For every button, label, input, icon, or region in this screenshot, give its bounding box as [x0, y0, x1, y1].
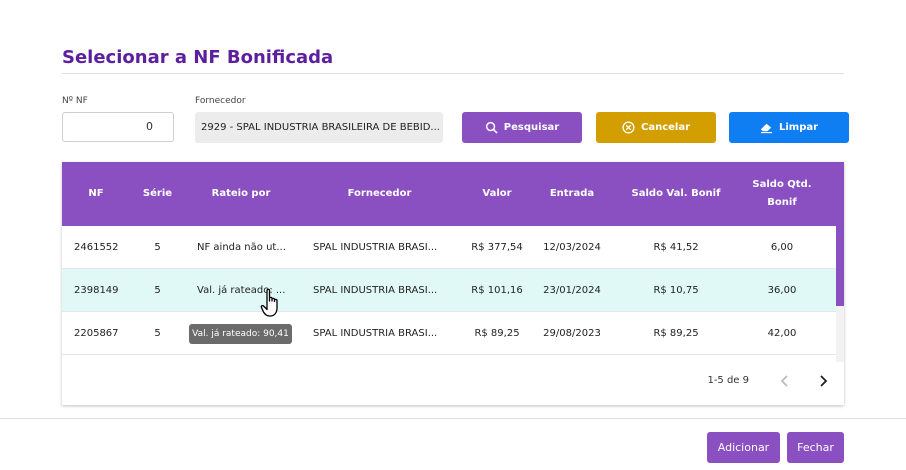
cancel-button-label: Cancelar — [640, 122, 691, 133]
cell-valor: R$ 89,25 — [474, 327, 520, 339]
nf-label: Nº NF — [62, 96, 88, 106]
add-button[interactable]: Adicionar — [707, 432, 780, 463]
nf-input[interactable]: 0 — [62, 112, 174, 142]
cell-entrada: 29/08/2023 — [543, 327, 601, 339]
cell-valor: R$ 377,54 — [471, 241, 523, 253]
eraser-icon — [760, 123, 773, 134]
search-button-label: Pesquisar — [503, 122, 560, 133]
cell-nf: 2398149 — [74, 284, 119, 296]
fornecedor-field[interactable]: 2929 - SPAL INDUSTRIA BRASILEIRA DE BEBI… — [195, 112, 443, 143]
search-button[interactable]: Pesquisar — [462, 112, 582, 143]
table-row[interactable]: 2398149 5 Val. já rateado: ... SPAL INDU… — [62, 269, 836, 312]
header-entrada[interactable]: Entrada — [532, 162, 612, 226]
cell-entrada: 23/01/2024 — [543, 284, 601, 296]
cell-entrada: 12/03/2024 — [543, 241, 601, 253]
cell-valor: R$ 101,16 — [471, 284, 523, 296]
table-row[interactable]: 2205867 5 SPAL INDUSTRIA BRASI... R$ 89,… — [62, 312, 836, 355]
table-header: NF Série Rateio por Fornecedor Valor Ent… — [62, 162, 836, 226]
rateio-tooltip: Val. já rateado: 90,41 — [189, 324, 292, 344]
cell-fornecedor: SPAL INDUSTRIA BRASI... — [313, 327, 438, 339]
pagination-info: 1-5 de 9 — [707, 375, 749, 386]
cell-rateio: NF ainda não ut... — [197, 241, 286, 253]
clear-button-label: Limpar — [778, 122, 819, 133]
header-saldo-val[interactable]: Saldo Val. Bonif — [612, 162, 740, 226]
dialog-title: Selecionar a NF Bonificada — [62, 47, 334, 68]
cell-serie: 5 — [154, 284, 161, 296]
cancel-circle-icon — [622, 121, 635, 134]
header-valor[interactable]: Valor — [462, 162, 532, 226]
clear-button[interactable]: Limpar — [729, 112, 849, 143]
cell-fornecedor: SPAL INDUSTRIA BRASI... — [313, 284, 438, 296]
title-divider — [62, 73, 844, 74]
cell-saldo-qtd: 6,00 — [770, 241, 794, 253]
fornecedor-label: Fornecedor — [195, 96, 246, 106]
cell-saldo-val: R$ 10,75 — [653, 284, 699, 296]
cell-saldo-val: R$ 41,52 — [653, 241, 699, 253]
cell-nf: 2461552 — [74, 241, 119, 253]
footer-divider — [0, 418, 906, 419]
cell-saldo-val: R$ 89,25 — [653, 327, 699, 339]
close-button[interactable]: Fechar — [787, 432, 844, 463]
header-saldo-qtd[interactable]: Saldo Qtd. Bonif — [740, 162, 824, 226]
chevron-left-icon[interactable] — [778, 374, 792, 388]
cell-saldo-qtd: 42,00 — [767, 327, 797, 339]
cell-saldo-qtd: 36,00 — [767, 284, 797, 296]
header-fornecedor[interactable]: Fornecedor — [297, 162, 462, 226]
header-rateio[interactable]: Rateio por — [185, 162, 297, 226]
cell-serie: 5 — [154, 241, 161, 253]
header-nf[interactable]: NF — [62, 162, 130, 226]
search-icon — [485, 121, 498, 134]
hand-pointer-icon — [260, 288, 278, 317]
results-table: NF Série Rateio por Fornecedor Valor Ent… — [62, 162, 844, 405]
cell-nf: 2205867 — [74, 327, 119, 339]
header-saldo-qtd-line1: Saldo Qtd. — [752, 179, 812, 190]
scrollbar-thumb[interactable] — [836, 162, 844, 306]
cell-fornecedor: SPAL INDUSTRIA BRASI... — [313, 241, 438, 253]
cancel-button[interactable]: Cancelar — [596, 112, 716, 143]
header-saldo-qtd-line2: Bonif — [767, 197, 797, 208]
chevron-right-icon[interactable] — [816, 374, 830, 388]
table-row[interactable]: 2461552 5 NF ainda não ut... SPAL INDUST… — [62, 226, 836, 269]
header-serie[interactable]: Série — [130, 162, 185, 226]
cell-serie: 5 — [154, 327, 161, 339]
